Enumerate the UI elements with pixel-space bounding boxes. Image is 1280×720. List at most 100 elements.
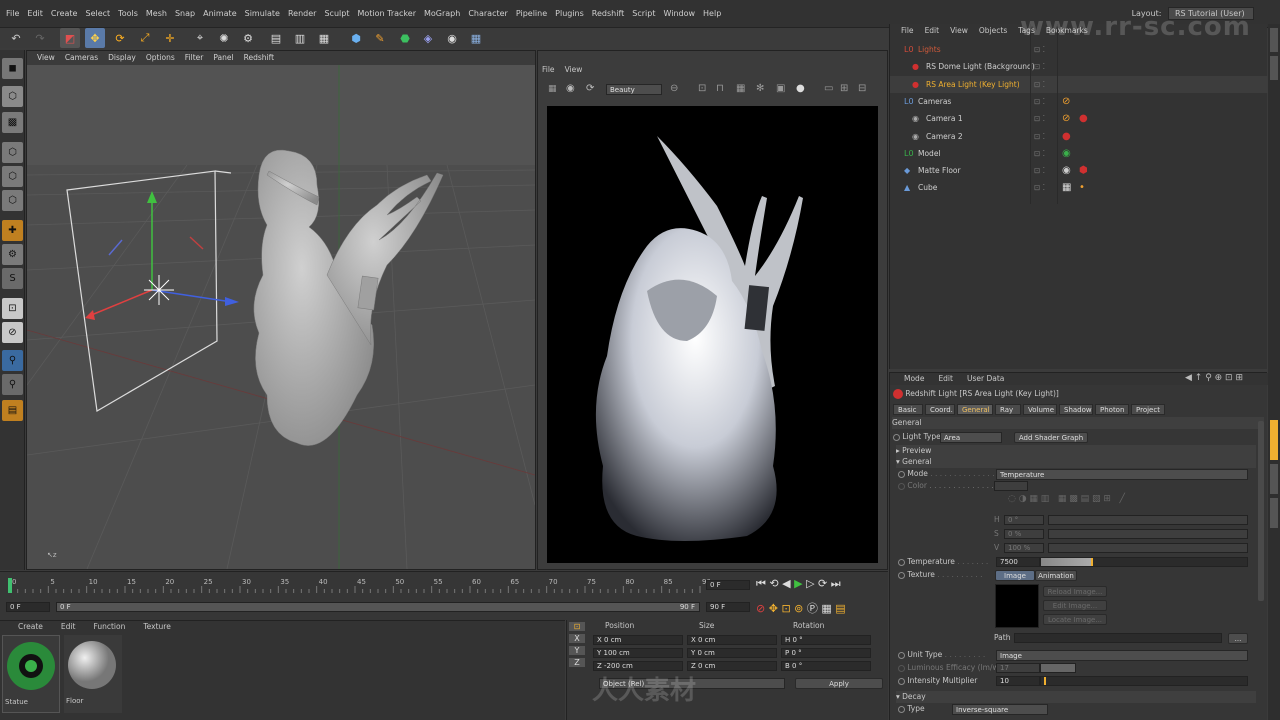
- record-icon[interactable]: ⊘: [756, 602, 765, 615]
- object-row[interactable]: ● RS Area Light (Key Light) ⊡ ⁚: [890, 75, 1268, 93]
- size-x-field[interactable]: X 0 cm: [687, 635, 777, 645]
- intensity-slider[interactable]: [1040, 676, 1248, 686]
- range-slider[interactable]: 0 F 90 F: [56, 602, 700, 612]
- tab-photon[interactable]: Photon: [1095, 404, 1129, 415]
- side-tab-2[interactable]: [1270, 56, 1278, 80]
- rotation-h-field[interactable]: H 0 °: [781, 635, 871, 645]
- playback-controls[interactable]: ⏮ ⟲ ◀ ▶ ▷ ⟳ ⏭: [756, 577, 841, 591]
- menu-animate[interactable]: Animate: [199, 0, 241, 28]
- menu-render[interactable]: Render: [284, 0, 320, 28]
- object-row[interactable]: ▲ Cube ⊡ ⁚ ▦ •: [890, 179, 1268, 196]
- timeline-icon[interactable]: ▤: [835, 602, 845, 615]
- menu-pipeline[interactable]: Pipeline: [512, 0, 551, 28]
- refresh-icon[interactable]: ⟳: [586, 83, 594, 94]
- prev-key-icon[interactable]: ⟲: [769, 577, 778, 590]
- material-menu-texture[interactable]: Texture: [143, 622, 170, 631]
- object-tag-icon[interactable]: ◉: [1062, 145, 1071, 162]
- object-row[interactable]: ● RS Dome Light (Background) ⊡ ⁚: [890, 58, 1268, 75]
- v-field[interactable]: 100 %: [1004, 543, 1044, 553]
- attribute-nav-icons[interactable]: ◀ ↑ ⚲ ⊕ ⊡ ⊞: [1185, 373, 1243, 383]
- model-mode-icon[interactable]: ⬡: [2, 86, 23, 107]
- coord-z-icon[interactable]: Z: [569, 658, 585, 667]
- menu-sculpt[interactable]: Sculpt: [320, 0, 353, 28]
- coord-lock-icon[interactable]: ⊡: [569, 622, 585, 631]
- play-icon[interactable]: ▶: [794, 577, 802, 590]
- world-coord-icon[interactable]: ✺: [214, 28, 234, 48]
- menu-character[interactable]: Character: [464, 0, 512, 28]
- edit-image-button[interactable]: Edit Image...: [1043, 600, 1107, 611]
- object-tag-icon[interactable]: ⊘: [1062, 110, 1070, 127]
- material-menu-edit[interactable]: Edit: [61, 622, 76, 631]
- tab-project[interactable]: Project: [1131, 404, 1165, 415]
- object-tag-icon[interactable]: ●: [1062, 128, 1071, 145]
- menu-snap[interactable]: Snap: [171, 0, 199, 28]
- clapper-icon[interactable]: ▦: [548, 84, 557, 94]
- playhead[interactable]: [8, 578, 12, 593]
- next-frame-icon[interactable]: ▷: [806, 577, 814, 590]
- scene-camera-icon[interactable]: ◉: [442, 28, 462, 48]
- cube-object-icon[interactable]: ⬢: [346, 28, 366, 48]
- position-x-field[interactable]: X 0 cm: [593, 635, 683, 645]
- material-floor[interactable]: Floor: [64, 635, 122, 713]
- lock-icon[interactable]: ⊓: [716, 83, 724, 94]
- om-menu-file[interactable]: File: [901, 26, 914, 35]
- side-tab-4[interactable]: [1270, 498, 1278, 528]
- split-icon[interactable]: ▣: [776, 83, 785, 94]
- start-frame-field[interactable]: 0 F: [6, 602, 50, 612]
- go-end-icon[interactable]: ⏭: [831, 577, 841, 590]
- attr-menu-edit[interactable]: Edit: [938, 374, 953, 383]
- menu-mograph[interactable]: MoGraph: [420, 0, 464, 28]
- apply-button[interactable]: Apply: [795, 678, 883, 689]
- attr-menu-user-data[interactable]: User Data: [967, 374, 1004, 383]
- mode-dropdown[interactable]: Temperature: [996, 469, 1248, 480]
- play-render-icon[interactable]: ◉: [566, 83, 575, 94]
- redo-icon[interactable]: ↷: [30, 28, 50, 48]
- decay-type-dropdown[interactable]: Inverse-square: [952, 704, 1048, 715]
- points-mode-icon[interactable]: ⬡: [2, 142, 23, 163]
- s-slider[interactable]: [1048, 529, 1248, 539]
- record-controls[interactable]: ⊘ ✥ ⊡ ⊚ Ⓟ ▦ ▤: [756, 600, 846, 616]
- side-tab-1[interactable]: [1270, 28, 1278, 52]
- color-picker-icons[interactable]: ◌ ◑ ▦ ▥ ▦ ▩ ▤ ▧ ⊞ ╱: [1008, 494, 1125, 504]
- go-start-icon[interactable]: ⏮: [756, 577, 766, 590]
- floor-object-icon[interactable]: ▦: [466, 28, 486, 48]
- tab-coord[interactable]: Coord.: [925, 404, 955, 415]
- scale-tool-icon[interactable]: ⤢: [135, 28, 155, 48]
- crop-icon[interactable]: ⊡: [698, 83, 706, 94]
- key-pla-icon[interactable]: ▦: [821, 602, 831, 615]
- temperature-field[interactable]: 7500: [996, 557, 1040, 567]
- om-menu-edit[interactable]: Edit: [925, 26, 940, 35]
- reload-image-button[interactable]: Reload Image...: [1043, 586, 1107, 597]
- position-y-field[interactable]: Y 100 cm: [593, 648, 683, 658]
- path-browse-button[interactable]: ...: [1228, 633, 1248, 644]
- size-z-field[interactable]: Z 0 cm: [687, 661, 777, 671]
- axis-mode-icon[interactable]: ✚: [2, 220, 23, 241]
- object-row[interactable]: ◉ Camera 1 ⊡ ⁚ ⊘ ●: [890, 110, 1268, 127]
- rotate-tool-icon[interactable]: ⟳: [110, 28, 130, 48]
- menu-redshift[interactable]: Redshift: [588, 0, 628, 28]
- viewport-menu-view[interactable]: View: [37, 53, 55, 62]
- object-row[interactable]: L0 Lights ⊡ ⁚: [890, 41, 1268, 58]
- visibility-toggle[interactable]: ⊡ ⁚: [1034, 93, 1045, 110]
- visibility-toggle[interactable]: ⊡ ⁚: [1034, 58, 1045, 75]
- menu-simulate[interactable]: Simulate: [241, 0, 284, 28]
- object-row[interactable]: L0 Cameras ⊡ ⁚ ⊘: [890, 93, 1268, 110]
- menu-motion-tracker[interactable]: Motion Tracker: [353, 0, 420, 28]
- viewport-menu-options[interactable]: Options: [146, 53, 175, 62]
- solo-hierarchy-icon[interactable]: ⚲: [2, 374, 23, 395]
- object-tag-icon[interactable]: ⬢: [1079, 162, 1088, 179]
- rotation-b-field[interactable]: B 0 °: [781, 661, 871, 671]
- material-menu-function[interactable]: Function: [93, 622, 125, 631]
- material-statue[interactable]: Statue: [2, 635, 60, 713]
- om-menu-view[interactable]: View: [950, 26, 968, 35]
- menu-tools[interactable]: Tools: [114, 0, 142, 28]
- color-dot-icon[interactable]: ●: [796, 83, 805, 94]
- visibility-toggle[interactable]: ⊡ ⁚: [1034, 145, 1045, 162]
- pen-spline-icon[interactable]: ✎: [370, 28, 390, 48]
- polygons-mode-icon[interactable]: ⬡: [2, 190, 23, 211]
- h-slider[interactable]: [1048, 515, 1248, 525]
- zoom-fit-icon[interactable]: ⊞: [840, 83, 848, 94]
- texture-animation-tab[interactable]: Animation: [1035, 570, 1077, 581]
- viewport-menu-display[interactable]: Display: [108, 53, 136, 62]
- axis-lock-icon[interactable]: ⌖: [190, 28, 210, 48]
